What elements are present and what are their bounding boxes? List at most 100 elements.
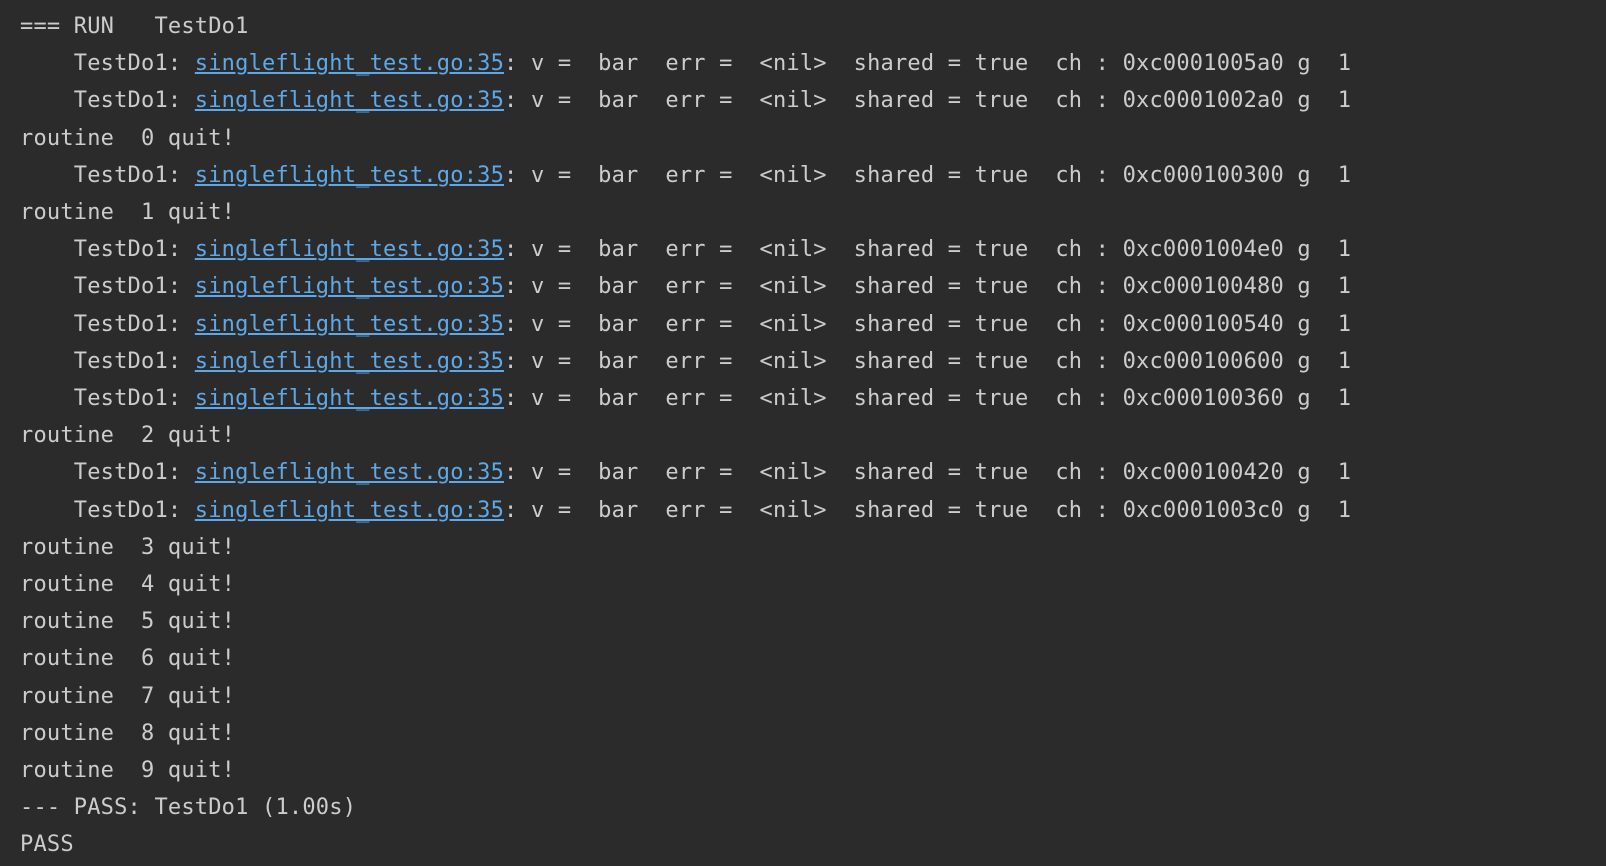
log-line: TestDo1: singleflight_test.go:35: v = ba…	[20, 51, 1351, 76]
ch-label: ch :	[1055, 51, 1109, 76]
routine-quit-line: routine 0 quit!	[20, 126, 235, 151]
shared-label: shared =	[854, 274, 962, 299]
shared-value: true	[975, 237, 1029, 262]
shared-label: shared =	[854, 349, 962, 374]
shared-value: true	[975, 274, 1029, 299]
ch-value: 0xc0001003c0	[1123, 498, 1284, 523]
source-link[interactable]: singleflight_test.go:35	[195, 88, 504, 113]
shared-value: true	[975, 312, 1029, 337]
source-link[interactable]: singleflight_test.go:35	[195, 460, 504, 485]
g-label: g	[1297, 163, 1310, 188]
err-value: <nil>	[760, 460, 827, 485]
shared-label: shared =	[854, 237, 962, 262]
g-value: 1	[1338, 163, 1351, 188]
err-label: err =	[665, 460, 732, 485]
v-label: v =	[531, 88, 571, 113]
source-link[interactable]: singleflight_test.go:35	[195, 51, 504, 76]
err-label: err =	[665, 274, 732, 299]
run-marker: === RUN	[20, 14, 154, 39]
g-label: g	[1297, 237, 1310, 262]
g-value: 1	[1338, 312, 1351, 337]
err-value: <nil>	[760, 51, 827, 76]
ch-value: 0xc0001004e0	[1123, 237, 1284, 262]
ch-value: 0xc000100300	[1123, 163, 1284, 188]
v-value: bar	[598, 163, 638, 188]
routine-quit-line: routine 9 quit!	[20, 758, 235, 783]
test-name: TestDo1	[74, 51, 168, 76]
source-link[interactable]: singleflight_test.go:35	[195, 349, 504, 374]
ch-value: 0xc000100540	[1123, 312, 1284, 337]
ch-label: ch :	[1055, 460, 1109, 485]
routine-quit-line: routine 3 quit!	[20, 535, 235, 560]
g-label: g	[1297, 498, 1310, 523]
err-label: err =	[665, 237, 732, 262]
log-line: TestDo1: singleflight_test.go:35: v = ba…	[20, 274, 1351, 299]
g-label: g	[1297, 51, 1310, 76]
v-label: v =	[531, 312, 571, 337]
test-name: TestDo1	[74, 237, 168, 262]
test-name: TestDo1	[74, 312, 168, 337]
shared-label: shared =	[854, 51, 962, 76]
shared-label: shared =	[854, 312, 962, 337]
shared-value: true	[975, 163, 1029, 188]
test-name: TestDo1	[74, 460, 168, 485]
routine-index: 2	[128, 423, 155, 448]
elapsed: 1.00s	[275, 795, 342, 820]
routine-index: 8	[128, 721, 155, 746]
v-value: bar	[598, 237, 638, 262]
v-value: bar	[598, 498, 638, 523]
g-label: g	[1297, 386, 1310, 411]
g-label: g	[1297, 460, 1310, 485]
routine-quit-line: routine 5 quit!	[20, 609, 235, 634]
log-line: TestDo1: singleflight_test.go:35: v = ba…	[20, 498, 1351, 523]
v-label: v =	[531, 237, 571, 262]
err-label: err =	[665, 51, 732, 76]
err-label: err =	[665, 88, 732, 113]
v-label: v =	[531, 460, 571, 485]
shared-value: true	[975, 498, 1029, 523]
shared-value: true	[975, 88, 1029, 113]
test-name: TestDo1	[74, 88, 168, 113]
ch-label: ch :	[1055, 274, 1109, 299]
g-label: g	[1297, 312, 1310, 337]
ch-label: ch :	[1055, 88, 1109, 113]
v-label: v =	[531, 274, 571, 299]
err-label: err =	[665, 312, 732, 337]
g-label: g	[1297, 274, 1310, 299]
run-test-name: TestDo1	[154, 14, 248, 39]
pass-final: PASS	[20, 832, 74, 857]
v-value: bar	[598, 88, 638, 113]
source-link[interactable]: singleflight_test.go:35	[195, 386, 504, 411]
err-label: err =	[665, 386, 732, 411]
routine-index: 5	[128, 609, 155, 634]
ch-label: ch :	[1055, 163, 1109, 188]
routine-quit-line: routine 4 quit!	[20, 572, 235, 597]
test-name: TestDo1	[74, 349, 168, 374]
err-value: <nil>	[760, 88, 827, 113]
pass-test-name: TestDo1	[154, 795, 248, 820]
err-label: err =	[665, 163, 732, 188]
test-output-terminal: === RUN TestDo1 TestDo1: singleflight_te…	[0, 0, 1606, 866]
ch-value: 0xc000100480	[1123, 274, 1284, 299]
v-label: v =	[531, 386, 571, 411]
shared-value: true	[975, 349, 1029, 374]
routine-index: 4	[128, 572, 155, 597]
v-label: v =	[531, 51, 571, 76]
log-line: TestDo1: singleflight_test.go:35: v = ba…	[20, 460, 1351, 485]
source-link[interactable]: singleflight_test.go:35	[195, 163, 504, 188]
g-value: 1	[1338, 88, 1351, 113]
routine-index: 6	[128, 646, 155, 671]
source-link[interactable]: singleflight_test.go:35	[195, 274, 504, 299]
source-link[interactable]: singleflight_test.go:35	[195, 312, 504, 337]
routine-index: 9	[128, 758, 155, 783]
routine-quit-line: routine 1 quit!	[20, 200, 235, 225]
log-line: TestDo1: singleflight_test.go:35: v = ba…	[20, 163, 1351, 188]
source-link[interactable]: singleflight_test.go:35	[195, 498, 504, 523]
source-link[interactable]: singleflight_test.go:35	[195, 237, 504, 262]
ch-label: ch :	[1055, 312, 1109, 337]
ch-label: ch :	[1055, 386, 1109, 411]
g-value: 1	[1338, 386, 1351, 411]
err-value: <nil>	[760, 237, 827, 262]
g-value: 1	[1338, 460, 1351, 485]
g-value: 1	[1338, 237, 1351, 262]
